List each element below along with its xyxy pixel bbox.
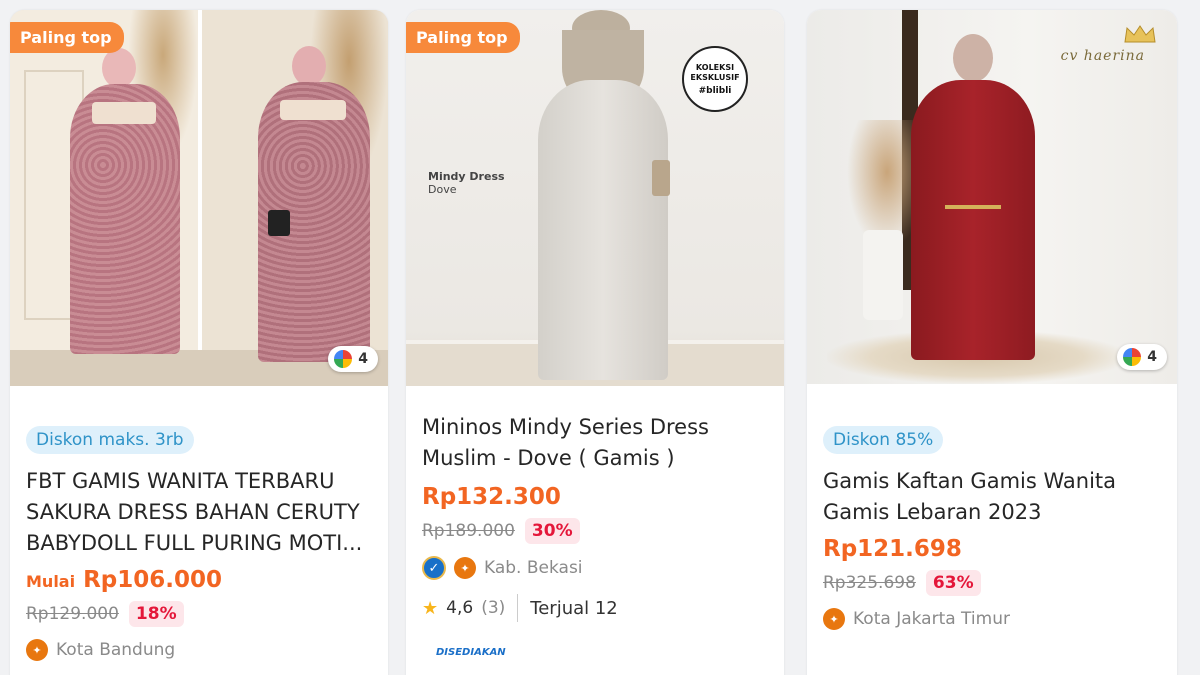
sold-count: Terjual 12 — [530, 597, 618, 619]
product-card[interactable]: Paling top KOLEKSI EKSKLUSIF #blibli Min… — [406, 10, 784, 675]
product-price: Rp121.698 — [823, 536, 962, 562]
rating-value: 4,6 — [446, 598, 474, 618]
divider — [517, 594, 519, 622]
product-image[interactable]: cv haerina 4 — [807, 10, 1177, 384]
exclusive-collection-badge: KOLEKSI EKSKLUSIF #blibli — [682, 46, 748, 112]
product-title[interactable]: Mininos Mindy Series Dress Muslim - Dove… — [422, 412, 768, 474]
brand-watermark: cv haerina — [1060, 48, 1145, 64]
variant-count-chip[interactable]: 4 — [1117, 344, 1167, 370]
variant-count-chip[interactable]: 4 — [328, 346, 378, 372]
price-prefix: Mulai — [26, 572, 76, 591]
palette-icon — [334, 350, 353, 368]
original-price: Rp325.698 — [823, 573, 916, 593]
product-image[interactable]: Paling top KOLEKSI EKSKLUSIF #blibli Min… — [406, 10, 784, 386]
top-seller-badge: Paling top — [10, 22, 124, 53]
product-card[interactable]: Paling top 4 Diskon maks. 3rb FBT GAMIS … — [10, 10, 388, 675]
merchant-badge-icon: ✦ — [454, 557, 476, 579]
product-image[interactable]: Paling top 4 — [10, 10, 388, 386]
discount-percent: 30% — [524, 518, 580, 544]
crown-icon — [1124, 25, 1156, 43]
original-price: Rp129.000 — [26, 604, 119, 624]
seller-location: Kab. Bekasi — [484, 558, 583, 578]
discount-chip: Diskon 85% — [823, 426, 944, 454]
variant-count: 4 — [1147, 349, 1157, 365]
discount-percent: 18% — [128, 601, 184, 627]
rating-count: (3) — [481, 598, 506, 618]
star-icon: ★ — [422, 597, 439, 619]
verified-seller-icon: ✓ — [422, 556, 446, 580]
product-title[interactable]: FBT GAMIS WANITA TERBARU SAKURA DRESS BA… — [26, 466, 372, 559]
original-price: Rp189.000 — [422, 521, 515, 541]
discount-percent: 63% — [925, 570, 981, 596]
variant-count: 4 — [358, 351, 368, 367]
merchant-badge-icon: ✦ — [823, 608, 845, 630]
palette-icon — [1123, 348, 1142, 366]
discount-chip: Diskon maks. 3rb — [26, 426, 194, 454]
merchant-badge-icon: ✦ — [26, 639, 48, 661]
product-card[interactable]: cv haerina 4 Diskon 85% Gamis Kaftan Gam… — [807, 10, 1177, 675]
product-title[interactable]: Gamis Kaftan Gamis Wanita Gamis Lebaran … — [823, 466, 1161, 528]
provided-by-logo: DISEDIAKAN — [436, 647, 506, 658]
top-seller-badge: Paling top — [406, 22, 520, 53]
seller-location: Kota Jakarta Timur — [853, 609, 1010, 629]
seller-location: Kota Bandung — [56, 640, 176, 660]
product-price: Rp106.000 — [83, 567, 223, 593]
product-price: Rp132.300 — [422, 484, 561, 510]
image-caption: Mindy Dress Dove — [428, 170, 505, 196]
